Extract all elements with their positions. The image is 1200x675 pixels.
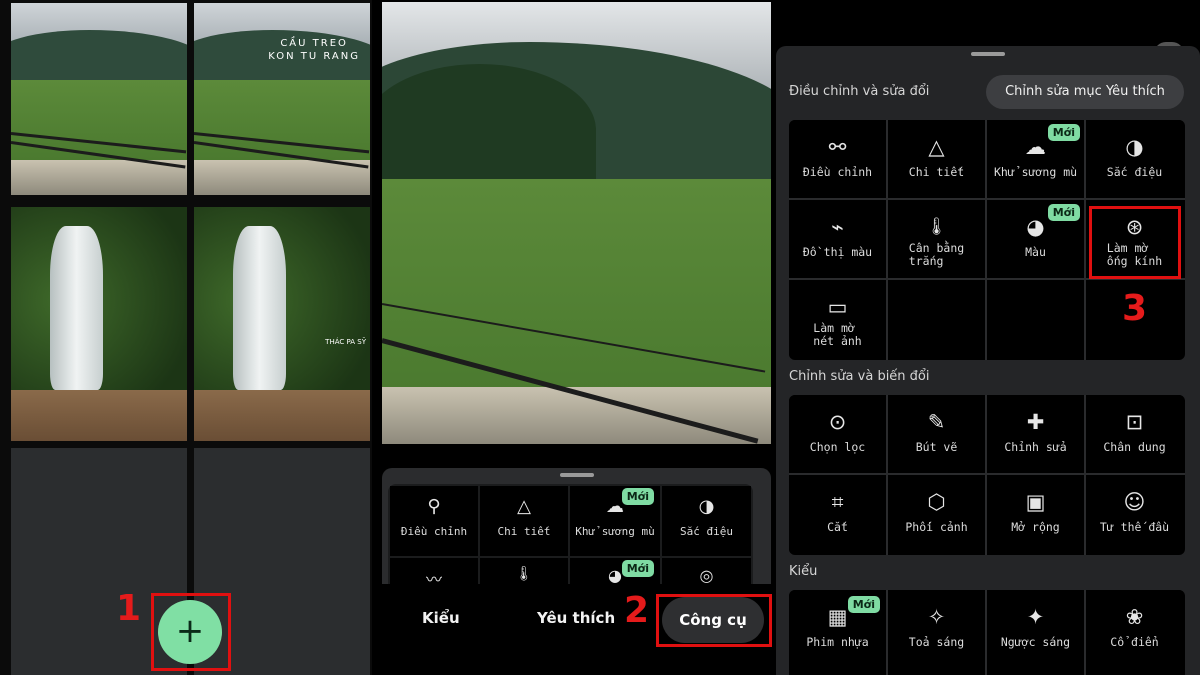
new-badge: Mới	[1047, 124, 1080, 141]
tool-crop[interactable]: ⌗ Cắt	[789, 475, 886, 553]
thermometer-icon: 🌡	[515, 566, 533, 582]
tool-dehaze[interactable]: ☁ Khử sương mù Mới	[570, 486, 660, 556]
photo-thumbnail[interactable]	[11, 207, 187, 441]
tool-adjust[interactable]: ⚲ Điều chỉnh	[390, 486, 478, 556]
sliders-icon: ⚲	[427, 496, 441, 517]
thermometer-icon: 🌡	[925, 217, 948, 237]
sharpen-icon: ▭	[827, 295, 848, 319]
photo-preview	[382, 2, 771, 444]
tool-sharpen-blur[interactable]: ▭ Làm mờ nét ảnh	[789, 280, 886, 358]
new-badge: Mới	[847, 596, 880, 613]
step-marker-3: 3	[1122, 288, 1148, 329]
brush-icon: ✎	[927, 410, 946, 434]
curve-icon: ⌁	[831, 215, 844, 239]
tool-adjust[interactable]: ⚯ Điều chỉnh	[789, 120, 886, 198]
crop-icon: ⌗	[831, 490, 844, 514]
tools-sheet: Điều chỉnh và sửa đổi Chỉnh sửa mục Yêu …	[776, 46, 1200, 675]
tool-curves[interactable]: ⌁ Đồ thị màu	[789, 200, 886, 278]
photo-thumbnail-edited[interactable]: THÁC PA SỸ	[194, 207, 370, 441]
step-marker-2: 2	[624, 590, 650, 631]
healing-icon: ✚	[1026, 410, 1045, 434]
highlight-box	[1089, 206, 1181, 279]
palette-icon: ◕	[608, 566, 622, 585]
tool-white-balance[interactable]: 🌡 Cân bằng trắng	[888, 200, 985, 278]
tool-tonality[interactable]: ◑ Sắc điệu	[1086, 120, 1183, 198]
new-badge: Mới	[1047, 204, 1080, 221]
edit-favorites-button[interactable]: Chỉnh sửa mục Yêu thích	[986, 75, 1184, 109]
thumbnail-caption: CẦU TREO KON TU RANG	[268, 38, 360, 62]
section-title: Điều chỉnh và sửa đổi	[789, 84, 930, 99]
new-badge: Mới	[621, 560, 654, 577]
tool-selective[interactable]: ⊙ Chọn lọc	[789, 395, 886, 473]
tool-dehaze[interactable]: ☁ Khử sương mù Mới	[987, 120, 1084, 198]
style-vintage[interactable]: ❀ Cổ điển	[1086, 590, 1183, 668]
section-title: Chỉnh sửa và biến đổi	[789, 369, 930, 384]
lens-blur-icon: ◎	[699, 566, 714, 585]
thumbnail-caption: THÁC PA SỸ	[325, 338, 366, 347]
transform-tools-grid: ⊙ Chọn lọc ✎ Bút vẽ ✚ Chỉnh sửa ⊡ Chân d…	[789, 395, 1185, 555]
tool-color[interactable]: ◕ Màu Mới	[987, 200, 1084, 278]
expand-icon: ▣	[1025, 490, 1046, 514]
style-film[interactable]: ▦ Phim nhựa Mới	[789, 590, 886, 668]
sheet-handle[interactable]	[559, 473, 594, 477]
style-backlight[interactable]: ✦ Ngược sáng	[987, 590, 1084, 668]
selective-icon: ⊙	[828, 410, 847, 434]
triangle-icon: △	[517, 496, 531, 517]
tonality-icon: ◑	[698, 496, 715, 517]
sheet-handle[interactable]	[971, 52, 1005, 56]
head-pose-icon: ☺	[1123, 490, 1146, 514]
tab-favorites[interactable]: Yêu thích	[537, 609, 615, 627]
tools-grid-preview: ⚲ Điều chỉnh △ Chi tiết ☁ Khử sương mù M…	[388, 484, 753, 594]
perspective-icon: ⬡	[927, 490, 946, 514]
step-marker-1: 1	[116, 588, 142, 629]
portrait-icon: ⊡	[1125, 410, 1144, 434]
dehaze-icon: ☁	[1025, 135, 1046, 159]
tool-head-pose[interactable]: ☺ Tư thế đầu	[1086, 475, 1183, 553]
backlight-icon: ✦	[1026, 605, 1045, 629]
vintage-icon: ❀	[1125, 605, 1144, 629]
highlight-box	[656, 594, 772, 647]
tab-styles[interactable]: Kiểu	[422, 609, 460, 627]
tonality-icon: ◑	[1125, 135, 1144, 159]
tool-details[interactable]: △ Chi tiết	[480, 486, 568, 556]
tool-brush[interactable]: ✎ Bút vẽ	[888, 395, 985, 473]
photo-thumbnail[interactable]	[11, 3, 187, 195]
new-badge: Mới	[621, 488, 654, 505]
sliders-icon: ⚯	[828, 135, 847, 159]
style-glow[interactable]: ✧ Toả sáng	[888, 590, 985, 668]
styles-grid: ▦ Phim nhựa Mới ✧ Toả sáng ✦ Ngược sáng …	[789, 590, 1185, 675]
tool-tonality[interactable]: ◑ Sắc điệu	[662, 486, 751, 556]
glow-icon: ✧	[927, 605, 946, 629]
editor-panel: ⚲ Điều chỉnh △ Chi tiết ☁ Khử sương mù M…	[376, 0, 771, 675]
tool-perspective[interactable]: ⬡ Phối cảnh	[888, 475, 985, 553]
film-icon: ▦	[827, 605, 848, 629]
tool-details[interactable]: △ Chi tiết	[888, 120, 985, 198]
photo-thumbnail-edited[interactable]: CẦU TREO KON TU RANG	[194, 3, 370, 195]
palette-icon: ◕	[1026, 215, 1045, 239]
add-photo-button[interactable]: +	[158, 600, 222, 664]
tool-healing[interactable]: ✚ Chỉnh sửa	[987, 395, 1084, 473]
tool-expand[interactable]: ▣ Mở rộng	[987, 475, 1084, 553]
triangle-icon: △	[928, 135, 945, 159]
tool-portrait[interactable]: ⊡ Chân dung	[1086, 395, 1183, 473]
section-title: Kiểu	[789, 564, 818, 579]
gallery-panel: CẦU TREO KON TU RANG THÁC PA SỸ	[0, 0, 372, 675]
